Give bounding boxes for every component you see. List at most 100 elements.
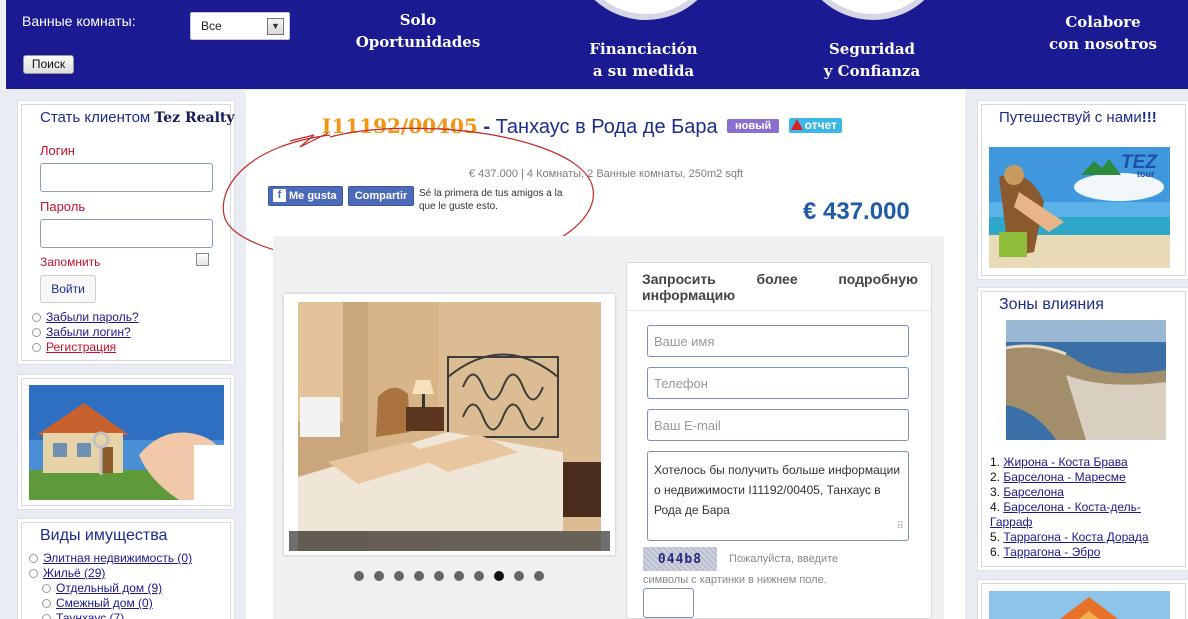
nav-security-line2: y Confianza	[823, 62, 921, 80]
register-link[interactable]: Регистрация	[46, 340, 116, 354]
coast-map-image[interactable]	[1006, 320, 1166, 440]
zones-title: Зоны влияния	[999, 296, 1104, 313]
resize-grip-icon[interactable]: ⠿	[897, 517, 904, 537]
zone-link[interactable]: Таррагона - Коста Дорада	[1003, 530, 1148, 544]
zone-link[interactable]: Барселона - Коста-дель-Гарраф	[990, 500, 1141, 529]
phone-input[interactable]: Телефон	[647, 367, 909, 399]
tez-tour-logo: TEZ tour	[1077, 152, 1167, 181]
password-label: Пароль	[40, 199, 86, 214]
email-input[interactable]: Ваш E-mail	[647, 409, 909, 441]
login-title-prefix: Стать клиентом	[40, 109, 151, 126]
gallery-dot[interactable]	[354, 571, 364, 581]
captcha-input[interactable]	[643, 588, 694, 618]
zone-link[interactable]: Барселона - Маресме	[1003, 470, 1125, 484]
listing-price: € 437.000	[803, 198, 910, 225]
search-button[interactable]: Поиск	[23, 55, 74, 74]
login-box: Стать клиентом Tez Realty Логин Пароль З…	[21, 104, 235, 361]
list-item: 4. Барселона - Коста-дель-Гарраф	[990, 500, 1170, 530]
list-item: 1. Жирона - Коста Брава	[990, 455, 1170, 470]
zone-link[interactable]: Жирона - Коста Брава	[1003, 455, 1127, 469]
list-item: 5. Таррагона - Коста Дорада	[990, 530, 1170, 545]
forgot-login-link[interactable]: Забыли логин?	[46, 325, 131, 339]
property-type-link[interactable]: Жильё (29)	[43, 566, 105, 580]
property-type-link[interactable]: Смежный дом (0)	[56, 596, 153, 610]
house-keys-image[interactable]	[29, 385, 224, 500]
promo-box-bottom	[981, 583, 1186, 619]
warning-icon	[790, 119, 803, 130]
report-label: отчет	[804, 118, 837, 132]
gallery-dot[interactable]	[374, 571, 384, 581]
zone-number: 6.	[990, 545, 1001, 559]
remember-checkbox[interactable]	[196, 253, 209, 266]
zone-link[interactable]: Барселона	[1003, 485, 1064, 499]
gallery-dot[interactable]	[534, 571, 544, 581]
zone-number: 5.	[990, 530, 1001, 544]
zone-number: 4.	[990, 500, 1001, 514]
page: Ванные комнаты: Все ▼ Поиск Solo Oportun…	[0, 0, 1188, 619]
list-item: 3. Барселона	[990, 485, 1170, 500]
header: Ванные комнаты: Все ▼ Поиск Solo Oportun…	[0, 0, 1188, 90]
gallery-dot[interactable]	[414, 571, 424, 581]
bedroom-photo[interactable]	[298, 302, 601, 551]
zone-number: 2.	[990, 470, 1001, 484]
nav-opportunities-line2: Oportunidades	[355, 33, 481, 51]
password-input[interactable]	[40, 219, 213, 248]
travel-box: Путешествуй с нами!!! TEZ tour	[981, 104, 1186, 276]
promo-box	[21, 378, 231, 506]
property-type-link[interactable]: Отдельный дом (9)	[56, 581, 162, 595]
zone-number: 3.	[990, 485, 1001, 499]
zones-box: Зоны влияния 1. Жирона - Коста Брава 2. …	[981, 291, 1186, 567]
message-textarea[interactable]: Хотелось бы получить больше информации о…	[647, 451, 909, 541]
nav-financing[interactable]: Financiación a su medida	[570, 38, 717, 82]
nav-security[interactable]: Seguridad y Confianza	[797, 38, 947, 82]
gallery-dot[interactable]	[514, 571, 524, 581]
nav-collaborate[interactable]: Colabore con nosotros	[1028, 11, 1178, 55]
report-button[interactable]: отчет	[788, 118, 842, 133]
zone-number: 1.	[990, 455, 1001, 469]
bathrooms-label: Ванные комнаты:	[22, 13, 136, 29]
list-item: Смежный дом (0)	[42, 596, 229, 611]
tez-logo-sub: tour	[1137, 169, 1155, 179]
gallery-dot[interactable]	[434, 571, 444, 581]
gallery-dot-active[interactable]	[494, 571, 504, 581]
house-image[interactable]	[989, 591, 1170, 619]
zone-link[interactable]: Таррагона - Эбро	[1003, 545, 1100, 559]
property-type-link[interactable]: Элитная недвижимость (0)	[43, 551, 192, 565]
remember-label: Запомнить	[40, 255, 101, 269]
nav-financing-line1: Financiación	[589, 40, 698, 58]
gallery-dot[interactable]	[474, 571, 484, 581]
chevron-down-icon[interactable]: ▼	[267, 18, 284, 35]
name-input[interactable]: Ваше имя	[647, 325, 909, 357]
list-item: Забыли пароль?	[32, 310, 139, 325]
nav-security-line1: Seguridad	[828, 40, 916, 58]
login-submit-button[interactable]: Войти	[40, 275, 96, 303]
nav-financing-line2: a su medida	[592, 62, 695, 80]
login-title: Стать клиентом Tez Realty	[40, 109, 235, 126]
travel-title-main: Путешествуй с нами	[999, 109, 1142, 126]
captcha-image: 044b8	[643, 547, 717, 571]
list-item: Регистрация	[32, 340, 139, 355]
list-item: Жильё (29)	[29, 566, 229, 581]
list-item: Забыли логин?	[32, 325, 139, 340]
gallery-dot[interactable]	[454, 571, 464, 581]
login-links: Забыли пароль? Забыли логин? Регистрация	[32, 310, 139, 355]
gallery-dot[interactable]	[394, 571, 404, 581]
bathrooms-select[interactable]: Все ▼	[190, 12, 290, 40]
photo-caption-bar	[289, 531, 610, 551]
inquiry-title: Запросить более подробную информацию	[642, 271, 918, 303]
travel-title-bang: !!!	[1141, 109, 1157, 126]
nav-opportunities[interactable]: Solo Oportunidades	[343, 9, 493, 53]
message-text: Хотелось бы получить больше информации о…	[654, 463, 901, 517]
divider	[627, 310, 931, 311]
inquiry-form: Запросить более подробную информацию Ваш…	[626, 262, 932, 619]
property-types-list: Элитная недвижимость (0) Жильё (29) Отде…	[29, 551, 229, 619]
bathrooms-select-value: Все	[201, 19, 222, 33]
property-type-link[interactable]: Таунхаус (7)	[56, 611, 124, 619]
login-input[interactable]	[40, 163, 213, 192]
list-item: Таунхаус (7)	[42, 611, 229, 619]
tez-mountain-icon	[1081, 159, 1121, 175]
list-item: Элитная недвижимость (0)	[29, 551, 229, 566]
forgot-password-link[interactable]: Забыли пароль?	[46, 310, 139, 324]
list-item: 2. Барселона - Маресме	[990, 470, 1170, 485]
list-item: 6. Таррагона - Эбро	[990, 545, 1170, 560]
